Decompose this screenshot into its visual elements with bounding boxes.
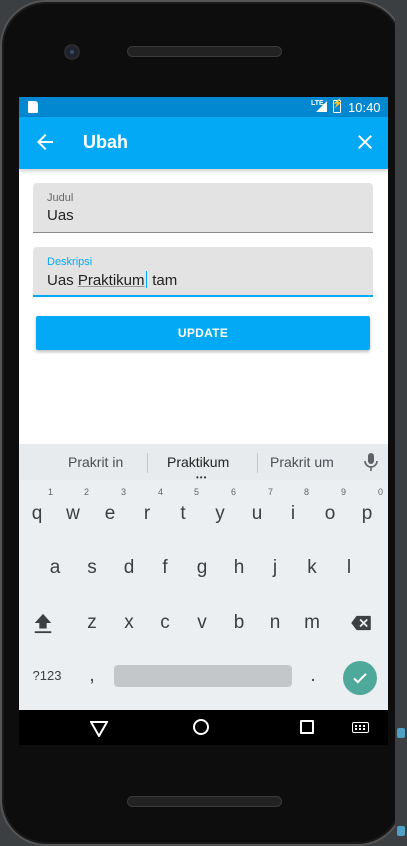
deskripsi-value: Uas Praktikum tam bbox=[47, 271, 177, 289]
key-k[interactable]: k bbox=[294, 550, 330, 586]
key-p[interactable]: p0 bbox=[349, 488, 385, 532]
ide-side-strip bbox=[395, 0, 407, 846]
shift-icon bbox=[34, 613, 52, 634]
symbols-key[interactable]: ?123 bbox=[27, 658, 67, 694]
key-l[interactable]: l bbox=[331, 550, 367, 586]
key-g[interactable]: g bbox=[184, 550, 220, 586]
key-w-hint: 2 bbox=[83, 487, 89, 497]
text-cursor bbox=[145, 271, 148, 288]
suggestion-right[interactable]: Prakrit um bbox=[270, 454, 334, 470]
more-suggestions-icon[interactable]: ••• bbox=[196, 474, 207, 482]
key-i[interactable]: i8 bbox=[275, 488, 311, 532]
period-key[interactable]: . bbox=[295, 658, 331, 694]
deskripsi-field[interactable]: Deskripsi Uas Praktikum tam bbox=[33, 247, 373, 297]
nav-back-icon[interactable] bbox=[90, 721, 108, 737]
soft-keyboard: Prakrit in Praktikum Prakrit um ••• q1 w… bbox=[19, 444, 388, 710]
backspace-icon bbox=[351, 615, 371, 631]
deskripsi-text-before: Uas bbox=[47, 272, 78, 289]
key-f[interactable]: f bbox=[147, 550, 183, 586]
battery-charging-icon bbox=[332, 98, 343, 113]
judul-label: Judul bbox=[47, 192, 74, 204]
key-q-label: q bbox=[31, 503, 43, 524]
side-marker bbox=[397, 728, 405, 738]
earpiece-speaker bbox=[127, 46, 282, 57]
key-r-label: r bbox=[143, 503, 151, 524]
key-z[interactable]: z bbox=[74, 605, 110, 641]
key-v[interactable]: v bbox=[184, 605, 220, 641]
key-w-label: w bbox=[66, 503, 80, 524]
backspace-key[interactable] bbox=[343, 605, 379, 641]
deskripsi-composing-word: Praktikum bbox=[77, 272, 145, 289]
checkmark-icon bbox=[353, 673, 367, 684]
key-u-label: u bbox=[251, 503, 263, 524]
key-t-label: t bbox=[180, 503, 186, 524]
deskripsi-text-after: tam bbox=[148, 272, 178, 289]
comma-key[interactable]: , bbox=[74, 658, 110, 694]
key-y-hint: 6 bbox=[230, 487, 236, 497]
key-u[interactable]: u7 bbox=[239, 488, 275, 532]
nav-home-icon[interactable] bbox=[193, 719, 209, 735]
microphone-icon[interactable] bbox=[363, 453, 379, 471]
nav-recents-icon[interactable] bbox=[300, 720, 314, 734]
front-camera bbox=[64, 44, 80, 60]
key-s[interactable]: s bbox=[74, 550, 110, 586]
suggestion-divider bbox=[147, 453, 148, 473]
key-x[interactable]: x bbox=[111, 605, 147, 641]
key-r[interactable]: r4 bbox=[129, 488, 165, 532]
key-j[interactable]: j bbox=[257, 550, 293, 586]
keyboard-switch-icon[interactable] bbox=[352, 722, 369, 733]
key-q[interactable]: q1 bbox=[19, 488, 55, 532]
key-w[interactable]: w2 bbox=[55, 488, 91, 532]
judul-field[interactable]: Judul Uas bbox=[33, 183, 373, 233]
deskripsi-label: Deskripsi bbox=[47, 256, 93, 268]
key-q-hint: 1 bbox=[47, 487, 53, 497]
suggestion-middle[interactable]: Praktikum bbox=[167, 454, 229, 470]
sd-card-icon bbox=[28, 101, 38, 113]
key-p-hint: 0 bbox=[377, 487, 383, 497]
close-icon[interactable] bbox=[353, 130, 377, 154]
suggestion-strip: Prakrit in Praktikum Prakrit um ••• bbox=[19, 444, 388, 482]
key-u-hint: 7 bbox=[267, 487, 273, 497]
enter-key[interactable] bbox=[343, 661, 377, 695]
key-o-label: o bbox=[324, 503, 336, 524]
system-navigation-bar bbox=[19, 710, 388, 745]
side-marker bbox=[397, 826, 405, 836]
key-y[interactable]: y6 bbox=[202, 488, 238, 532]
key-t-hint: 5 bbox=[193, 487, 199, 497]
status-bar: LTE 10:40 bbox=[19, 97, 388, 117]
key-a[interactable]: a bbox=[37, 550, 73, 586]
key-c[interactable]: c bbox=[147, 605, 183, 641]
key-r-hint: 4 bbox=[157, 487, 163, 497]
key-i-label: i bbox=[290, 503, 296, 524]
key-d[interactable]: d bbox=[111, 550, 147, 586]
suggestion-divider bbox=[257, 453, 258, 473]
key-e-hint: 3 bbox=[120, 487, 126, 497]
bottom-speaker bbox=[127, 796, 282, 807]
judul-value: Uas bbox=[47, 207, 74, 224]
key-o[interactable]: o9 bbox=[312, 488, 348, 532]
device-screen: LTE 10:40 Ubah Judul Uas Deskripsi Uas P… bbox=[19, 97, 388, 745]
key-i-hint: 8 bbox=[303, 487, 309, 497]
key-y-label: y bbox=[215, 503, 225, 524]
arrow-back-icon[interactable] bbox=[33, 130, 57, 154]
signal-icon bbox=[316, 101, 327, 112]
clock: 10:40 bbox=[348, 100, 381, 115]
key-p-label: p bbox=[361, 503, 373, 524]
key-e[interactable]: e3 bbox=[92, 488, 128, 532]
key-h[interactable]: h bbox=[221, 550, 257, 586]
spacebar[interactable] bbox=[114, 665, 292, 687]
suggestion-left[interactable]: Prakrit in bbox=[68, 454, 123, 470]
key-n[interactable]: n bbox=[257, 605, 293, 641]
phone-frame: LTE 10:40 Ubah Judul Uas Deskripsi Uas P… bbox=[0, 0, 404, 846]
key-b[interactable]: b bbox=[221, 605, 257, 641]
key-o-hint: 9 bbox=[340, 487, 346, 497]
update-button[interactable]: UPDATE bbox=[36, 316, 370, 350]
shift-key[interactable] bbox=[25, 605, 61, 641]
key-e-label: e bbox=[104, 503, 116, 524]
key-t[interactable]: t5 bbox=[165, 488, 201, 532]
key-m[interactable]: m bbox=[294, 605, 330, 641]
page-title: Ubah bbox=[83, 132, 128, 152]
app-bar: Ubah bbox=[19, 117, 388, 169]
